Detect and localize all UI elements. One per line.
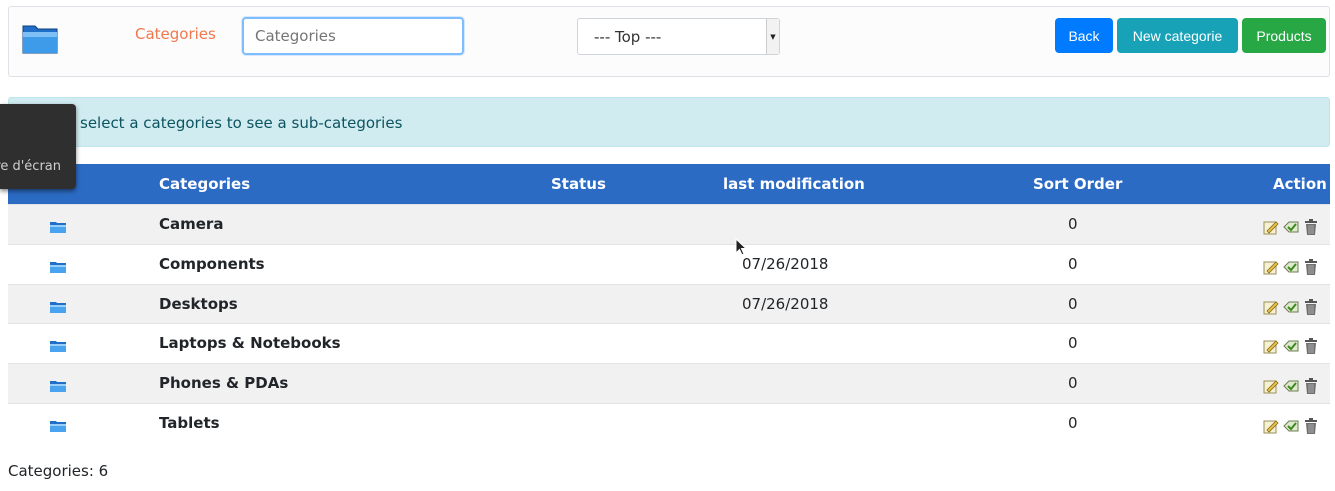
move-icon[interactable]	[1283, 299, 1299, 315]
folder-icon	[22, 25, 58, 54]
last-modified: 07/26/2018	[742, 254, 829, 273]
row-actions	[1263, 378, 1325, 395]
move-icon[interactable]	[1283, 418, 1299, 434]
row-actions	[1263, 298, 1325, 315]
trash-icon[interactable]	[1304, 418, 1318, 434]
folder-icon[interactable]	[50, 420, 66, 432]
category-name[interactable]: Tablets	[159, 414, 220, 432]
top-toolbar: Categories --- Top --- ▼ Back New catego…	[8, 6, 1330, 77]
category-name[interactable]: Components	[159, 255, 265, 273]
folder-icon[interactable]	[50, 261, 66, 273]
chevron-down-icon[interactable]: ▼	[766, 19, 779, 54]
tooltip-text: re d'écran	[0, 159, 61, 174]
move-icon[interactable]	[1283, 378, 1299, 394]
sort-order: 0	[1068, 254, 1078, 273]
move-icon[interactable]	[1283, 338, 1299, 354]
folder-icon[interactable]	[50, 380, 66, 393]
cursor-icon	[735, 238, 747, 256]
edit-icon[interactable]	[1263, 219, 1279, 235]
page-title: Categories	[135, 25, 216, 43]
table-row[interactable]: Camera 0	[8, 204, 1330, 244]
row-actions	[1263, 258, 1325, 275]
column-header-sort-order[interactable]: Sort Order	[1033, 175, 1122, 193]
category-name[interactable]: Desktops	[159, 295, 238, 313]
products-button[interactable]: Products	[1242, 18, 1326, 53]
sort-order: 0	[1068, 334, 1078, 353]
edit-icon[interactable]	[1263, 338, 1279, 354]
row-actions	[1263, 338, 1325, 355]
parent-category-select[interactable]: --- Top --- ▼	[577, 18, 780, 55]
sort-order: 0	[1068, 215, 1078, 233]
edit-icon[interactable]	[1263, 378, 1279, 394]
column-header-last-modification[interactable]: last modification	[723, 175, 865, 193]
info-alert: select a categories to see a sub-categor…	[8, 97, 1330, 147]
folder-icon[interactable]	[50, 301, 66, 313]
search-input[interactable]	[242, 17, 464, 55]
move-icon[interactable]	[1283, 259, 1299, 275]
table-row[interactable]: Desktops 07/26/2018 0	[8, 283, 1330, 324]
table-row[interactable]: Laptops & Notebooks 0	[8, 323, 1330, 364]
select-value: --- Top ---	[594, 28, 662, 46]
column-header-status[interactable]: Status	[551, 175, 606, 193]
sort-order: 0	[1068, 294, 1078, 313]
trash-icon[interactable]	[1304, 378, 1318, 395]
edit-icon[interactable]	[1263, 299, 1279, 315]
category-name[interactable]: Camera	[159, 215, 223, 233]
row-actions	[1263, 418, 1325, 434]
table-header: Categories Status last modification Sort…	[8, 164, 1330, 204]
edit-icon[interactable]	[1263, 259, 1279, 275]
back-button[interactable]: Back	[1055, 18, 1113, 53]
move-icon[interactable]	[1283, 219, 1299, 235]
trash-icon[interactable]	[1304, 219, 1318, 235]
info-message: select a categories to see a sub-categor…	[80, 114, 403, 132]
category-name[interactable]: Laptops & Notebooks	[159, 334, 341, 352]
table-row[interactable]: Tablets 0	[8, 403, 1330, 443]
trash-icon[interactable]	[1304, 338, 1318, 355]
folder-icon[interactable]	[50, 221, 66, 233]
category-count: Categories: 6	[8, 462, 109, 480]
new-category-button[interactable]: New categorie	[1117, 18, 1238, 53]
folder-icon[interactable]	[50, 340, 66, 353]
column-header-action: Action	[1273, 175, 1327, 193]
last-modified: 07/26/2018	[742, 294, 829, 313]
sort-order: 0	[1068, 374, 1078, 393]
category-name[interactable]: Phones & PDAs	[159, 374, 288, 392]
row-actions	[1263, 219, 1325, 235]
trash-icon[interactable]	[1304, 258, 1318, 275]
sort-order: 0	[1068, 414, 1078, 432]
trash-icon[interactable]	[1304, 298, 1318, 315]
edit-icon[interactable]	[1263, 418, 1279, 434]
column-header-categories[interactable]: Categories	[159, 175, 250, 193]
screenshot-tooltip: re d'écran	[0, 104, 76, 189]
table-row[interactable]: Components 07/26/2018 0	[8, 243, 1330, 284]
table-row[interactable]: Phones & PDAs 0	[8, 363, 1330, 404]
